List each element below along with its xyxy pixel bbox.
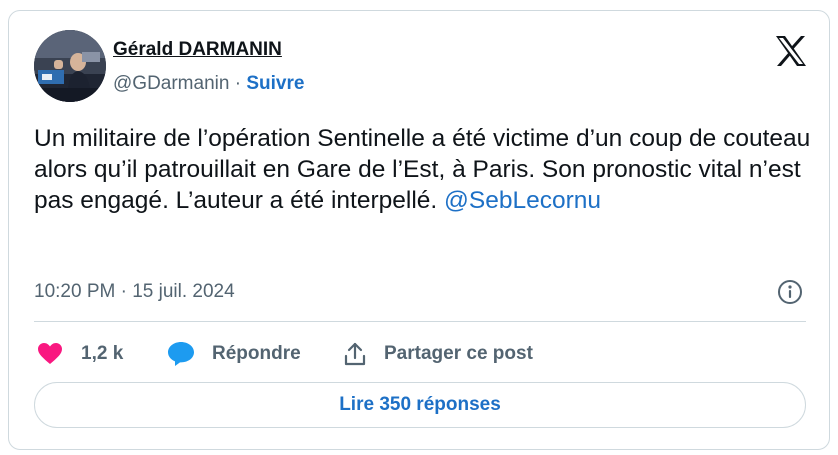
mention-link[interactable]: @SebLecornu [444, 187, 601, 214]
read-replies-button[interactable]: Lire 350 réponses [34, 382, 806, 428]
like-button[interactable]: 1,2 k [37, 339, 123, 369]
tweet-body: Un militaire de l’opération Sentinelle a… [34, 123, 814, 216]
reply-label: Répondre [212, 343, 301, 364]
separator-dot: · [234, 73, 242, 94]
tweet-card: Gérald DARMANIN @GDarmanin · Suivre Un m… [8, 10, 830, 450]
follow-button[interactable]: Suivre [246, 73, 304, 94]
speech-bubble-icon [168, 342, 194, 366]
tweet-text: Un militaire de l’opération Sentinelle a… [34, 125, 811, 214]
x-logo-icon[interactable] [774, 35, 808, 67]
author-name[interactable]: Gérald DARMANIN [113, 39, 282, 61]
info-icon[interactable] [777, 279, 803, 305]
read-replies-label: Lire 350 réponses [339, 394, 501, 415]
avatar-photo [34, 30, 106, 102]
like-count: 1,2 k [81, 343, 124, 364]
heart-icon [38, 343, 62, 364]
share-label: Partager ce post [384, 343, 533, 364]
actions-divider [34, 321, 806, 322]
reply-button[interactable]: Répondre [167, 339, 301, 369]
tweet-timestamp[interactable]: 10:20 PM · 15 juil. 2024 [34, 281, 235, 303]
share-upload-icon [344, 342, 366, 366]
author-avatar[interactable] [34, 30, 106, 102]
author-handle-line: @GDarmanin · Suivre [113, 73, 304, 95]
share-button[interactable]: Partager ce post [343, 339, 533, 369]
author-handle[interactable]: @GDarmanin [113, 73, 229, 94]
